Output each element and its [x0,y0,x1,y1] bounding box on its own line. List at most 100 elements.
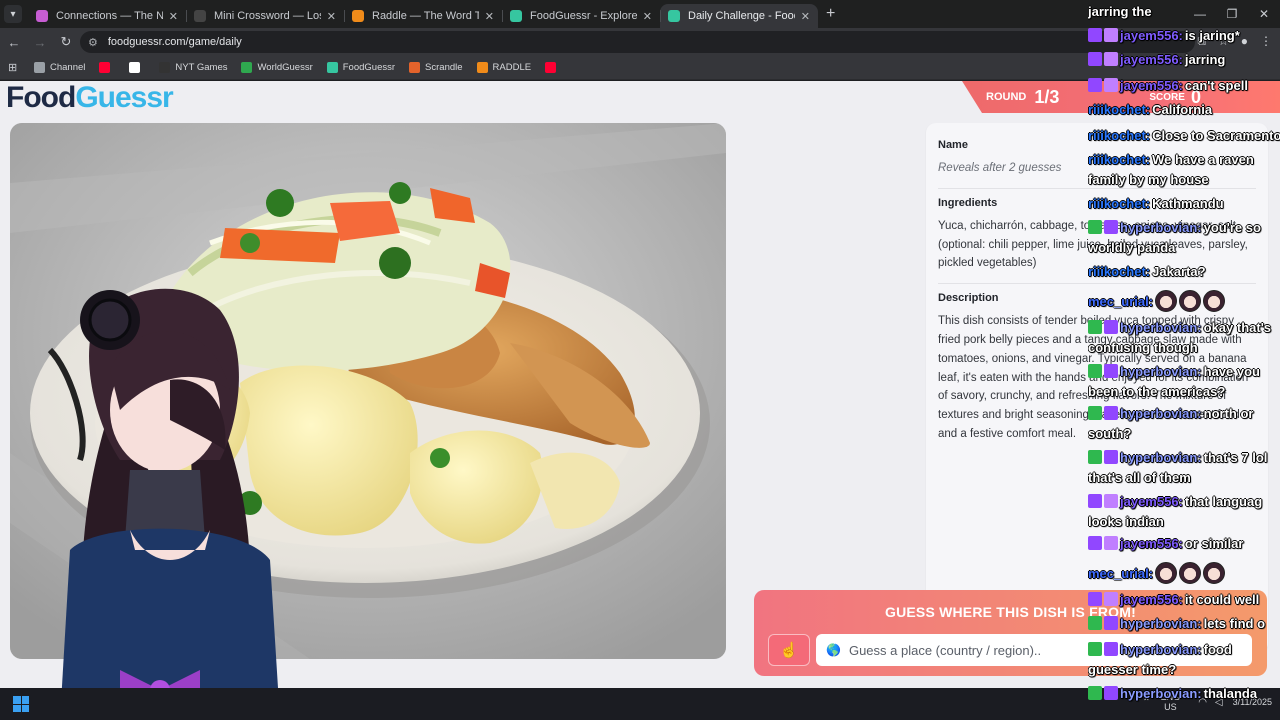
tab-close-icon[interactable]: ✕ [327,10,336,23]
bookmark-item[interactable]: FoodGuessr [326,62,396,73]
site-info-icon[interactable]: ⚙ [88,36,98,49]
forward-button[interactable]: → [28,35,52,50]
chat-badge-icon [1088,616,1102,630]
chat-message: hyperbovian: lets find o [1088,614,1280,634]
chat-message: mec_urial: [1088,290,1280,312]
hint-button[interactable]: ☝ [768,634,810,666]
tab-favicon-icon [510,10,522,22]
apps-icon[interactable]: ⊞ [8,61,20,74]
chat-emote-icon [1203,562,1226,584]
tab-favicon-icon [352,10,364,22]
bookmark-icon [409,62,421,73]
tab-close-icon[interactable]: ✕ [643,10,652,23]
chat-username: hyperbovian: [1120,642,1202,657]
reload-button[interactable]: ↻ [54,34,78,50]
chat-username: jayem556: [1120,52,1183,67]
chat-text: jarring [1184,52,1226,67]
chat-badge-icon [1104,642,1118,656]
chat-badge-icon [1104,686,1118,700]
chat-badge-icon [1104,364,1118,378]
chat-text: you're so [1203,220,1261,235]
chat-emote-icon [1155,562,1178,584]
chat-badge-icon [1104,494,1118,508]
chat-username: jayem556: [1120,494,1183,509]
chat-text-continued: worldly panda [1088,240,1176,255]
tab-favicon-icon [36,10,48,22]
chat-username: hyperbovian: [1120,320,1202,335]
chat-message: mec_urial: [1088,562,1280,584]
browser-tab[interactable]: FoodGuessr - Explore the world ✕ [502,4,660,28]
chat-message: jarring the [1088,2,1280,22]
bookmark-item[interactable]: RADDLE [476,62,531,73]
new-tab-button[interactable]: + [826,5,835,23]
chat-badge-icon [1088,78,1102,92]
browser-tab[interactable]: Connections — The New York Ti ✕ [28,4,186,28]
bookmark-item[interactable] [129,62,145,73]
chat-badge-icon [1104,28,1118,42]
chat-badge-icon [1088,52,1102,66]
chat-badge-icon [1104,320,1118,334]
tab-close-icon[interactable]: ✕ [485,10,494,23]
chat-username: mec_urial: [1088,566,1154,581]
browser-tab[interactable]: Raddle — The Word Transformati ✕ [344,4,502,28]
chat-emote-icon [1179,290,1202,312]
bookmark-item[interactable]: WorldGuessr [241,62,313,73]
browser-tab[interactable]: Daily Challenge - FoodGuessr | ✕ [660,4,818,28]
bookmark-label: Channel [50,62,86,73]
chat-text: can't spell [1184,78,1248,93]
chat-badge-icon [1104,52,1118,66]
bookmark-label: WorldGuessr [257,62,313,73]
browser-tab[interactable]: Mini Crossword — Los Angeles T ✕ [186,4,344,28]
bookmark-label: NYT Games [175,62,228,73]
chat-message: riiikochet: Jakarta? [1088,262,1280,282]
bookmark-icon [159,62,171,73]
bookmark-item[interactable]: Scrandle [409,62,463,73]
bookmark-icon [476,62,488,73]
bookmark-item[interactable] [545,62,561,73]
chat-text: California [1152,102,1213,117]
chat-badge-icon [1088,642,1102,656]
chat-badge-icon [1088,536,1102,550]
chat-text: north or [1203,406,1254,421]
chat-username: hyperbovian: [1120,686,1202,701]
start-button[interactable] [13,696,29,712]
chat-message: jayem556: is jaring* [1088,26,1280,46]
chat-emote-icon [1155,290,1178,312]
tab-close-icon[interactable]: ✕ [169,10,178,23]
chat-message: riiikochet: We have a raven family by my h… [1088,150,1280,190]
bookmark-item[interactable] [99,62,115,73]
tab-title: Raddle — The Word Transformati [372,10,479,22]
tab-search-button[interactable]: ▾ [4,5,22,23]
dish-photo [10,123,726,659]
bookmark-item[interactable]: NYT Games [159,62,227,73]
chat-username: jayem556: [1120,592,1183,607]
chat-badge-icon [1088,320,1102,334]
tab-title: Daily Challenge - FoodGuessr | [688,10,795,22]
tab-close-icon[interactable]: ✕ [801,10,810,23]
bookmark-item[interactable]: Channel [34,62,85,73]
chat-message: hyperbovian: you're so worldly panda [1088,218,1280,258]
chat-username: hyperbovian: [1120,450,1202,465]
chat-badge-icon [1104,220,1118,234]
bookmark-icon [99,62,111,73]
chat-text: lets find o [1203,616,1266,631]
chat-message: jayem556: that languag looks indian [1088,492,1280,532]
chat-badge-icon [1104,592,1118,606]
chat-username: riiikochet: [1088,152,1151,167]
bookmark-label: FoodGuessr [342,62,396,73]
chat-username: riiikochet: [1088,196,1151,211]
tab-title: Mini Crossword — Los Angeles T [214,10,321,22]
foodguessr-logo[interactable]: FoodGuessr [6,81,174,115]
chat-message: riiikochet: Kathmandu [1088,194,1280,214]
chat-text-continued: south? [1088,426,1132,441]
chat-username: hyperbovian: [1120,616,1202,631]
chat-text: Close to Sacramento [1152,128,1280,143]
chat-username: jayem556: [1120,536,1183,551]
chat-badge-icon [1104,406,1118,420]
chat-badge-icon [1088,494,1102,508]
bookmark-list: Channel NYT Games WorldGuessr FoodGuessr Scr… [34,62,575,73]
back-button[interactable]: ← [2,35,26,50]
chat-text-continued: guesser time? [1088,662,1177,677]
address-bar[interactable]: ⚙ foodguessr.com/game/daily [80,31,1195,53]
chat-username: mec_urial: [1088,294,1154,309]
